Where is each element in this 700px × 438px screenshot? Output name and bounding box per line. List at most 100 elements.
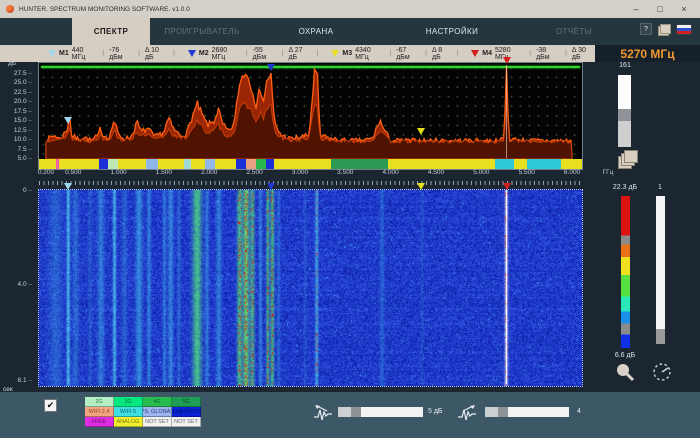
tab-настройки[interactable]: НАСТРОЙКИ (378, 18, 526, 45)
documents-icon[interactable] (658, 24, 670, 34)
spectrum-trace (39, 63, 582, 159)
band-segment (236, 159, 246, 169)
magnifier-icon[interactable] (612, 362, 638, 382)
legend-cell-3g[interactable]: 3G (114, 397, 143, 407)
legend-cell-4g[interactable]: 4G (143, 397, 172, 407)
threshold-value: 5 дБ (428, 408, 443, 415)
waterfall-time-tick: 4.0 (2, 281, 32, 288)
marker-level: -55 дБм (253, 47, 277, 61)
x-axis-unit: ГГц (588, 169, 628, 176)
spectrum-y-tick: 27.5 (2, 70, 32, 77)
spectrum-y-tick: 12.5 (2, 127, 32, 134)
marker-separator: | (102, 50, 104, 57)
frequency-tick: 4.000 (371, 169, 411, 176)
current-frequency-line-waterfall (506, 190, 507, 384)
legend-cell-analog[interactable]: ANALOG (114, 417, 143, 427)
waterfall-marker-m2[interactable] (267, 183, 275, 190)
span-points-label: 161 (607, 62, 643, 69)
band-segment (191, 159, 205, 169)
frequency-tick: 2.500 (235, 169, 275, 176)
frequency-tick-strip (39, 181, 582, 185)
band-segment (184, 159, 191, 169)
band-segment (46, 159, 56, 169)
marker-id: M3 (342, 50, 352, 57)
band-segment (266, 159, 273, 169)
current-frequency-readout: 5270 МГц (595, 45, 700, 62)
level-max-label: 22.3 дБ (598, 184, 652, 191)
marker-level: -76 дБм (109, 47, 133, 61)
band-segment (59, 159, 99, 169)
spectrum-y-tick: 15.0 (2, 117, 32, 124)
marker-id: M4 (482, 50, 492, 57)
frequency-allocation-band (39, 159, 582, 169)
band-segment (158, 159, 184, 169)
legend-checkbox[interactable]: ✔ (44, 399, 57, 412)
spectrum-chart[interactable] (38, 62, 583, 170)
legend-cell-5g[interactable]: 5G (172, 397, 201, 407)
averaging-slider-handle[interactable] (485, 407, 498, 417)
marker-separator: | (456, 50, 458, 57)
frequency-tick: 3.500 (325, 169, 365, 176)
marker-m1-icon[interactable] (48, 50, 56, 57)
legend-cell-2g[interactable]: 2G (85, 397, 114, 407)
threshold-slider-handle[interactable] (338, 407, 351, 417)
marker-frequency: 440 МГц (72, 47, 98, 61)
russian-flag-icon[interactable] (676, 24, 692, 35)
spectrum-y-tick: 5.0 (2, 155, 32, 162)
marker-separator: | (246, 50, 248, 57)
legend-cell-not-set[interactable]: NOT SET (172, 417, 201, 427)
marker-frequency: 4340 МГц (355, 47, 384, 61)
scale-slider[interactable] (656, 196, 665, 344)
threshold-signal-icon (312, 404, 334, 422)
gauge-icon[interactable] (648, 362, 678, 382)
spectrum-y-tick: 20.0 (2, 98, 32, 105)
spectrum-y-tick: 17.5 (2, 108, 32, 115)
span-slider[interactable] (618, 75, 631, 147)
legend-cell-free[interactable]: FREE (85, 417, 114, 427)
tab-отчёты[interactable]: ОТЧЁТЫ (526, 18, 622, 45)
threshold-slider[interactable] (338, 407, 423, 417)
tab-спектр[interactable]: СПЕКТР (72, 18, 150, 45)
marker-separator: | (173, 50, 175, 57)
averaging-slider[interactable] (485, 407, 569, 417)
waterfall-marker-m1[interactable] (64, 183, 72, 190)
band-segment (205, 159, 215, 169)
band-segment (274, 159, 331, 169)
maximize-button[interactable]: □ (648, 0, 672, 18)
waterfall-chart[interactable] (38, 189, 583, 387)
spectrum-marker-m2[interactable] (267, 64, 275, 71)
waterfall-canvas[interactable] (39, 190, 582, 386)
spectrum-y-tick: 22.5 (2, 89, 32, 96)
spectrum-marker-m4[interactable] (503, 57, 511, 64)
legend-cell-not-set[interactable]: NOT SET (143, 417, 172, 427)
layers-icon[interactable] (618, 150, 638, 168)
legend-cell-wifi-5[interactable]: WIFI 5 (114, 407, 143, 417)
spectrum-marker-m3[interactable] (417, 128, 425, 135)
band-segment (118, 159, 146, 169)
marker-m4-icon[interactable] (471, 50, 479, 57)
close-button[interactable]: × (672, 0, 696, 18)
legend-cell-gps-glonass[interactable]: GPS, GLONASS (143, 407, 172, 417)
waterfall-marker-m4[interactable] (503, 183, 511, 190)
frequency-tick: 1.500 (144, 169, 184, 176)
averaging-signal-icon (456, 404, 478, 422)
tab-проигрыватель[interactable]: ПРОИГРЫВАТЕЛЬ (150, 18, 254, 45)
palette-colorbar[interactable] (621, 196, 630, 348)
band-segment (108, 159, 118, 169)
marker-m2-icon[interactable] (188, 50, 196, 57)
app-icon (6, 5, 14, 13)
span-slider-handle[interactable] (618, 109, 631, 121)
band-segment (146, 159, 158, 169)
legend-cell-bluetooth[interactable]: BLUETOOTH (172, 407, 201, 417)
marker-m3-icon[interactable] (331, 50, 339, 57)
spectrum-marker-m1[interactable] (64, 117, 72, 124)
band-segment (256, 159, 266, 169)
band-segment (514, 159, 527, 169)
marker-level: -67 дБм (396, 47, 420, 61)
legend-cell-wifi-2-4[interactable]: WIFI 2.4 (85, 407, 114, 417)
minimize-button[interactable]: – (624, 0, 648, 18)
help-icon[interactable]: ? (640, 23, 652, 35)
tab-охрана[interactable]: ОХРАНА (254, 18, 378, 45)
waterfall-marker-m3[interactable] (417, 183, 425, 190)
marker-delta: Δ 30 дБ (572, 47, 595, 61)
